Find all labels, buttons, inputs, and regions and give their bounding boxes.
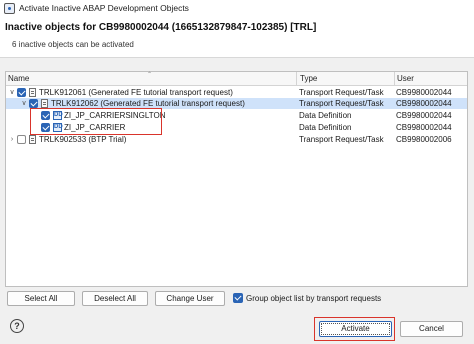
transport-task-icon: [41, 99, 48, 108]
row-type: Transport Request/Task: [299, 88, 384, 97]
column-divider[interactable]: [296, 72, 297, 86]
transport-request-icon: [29, 135, 36, 144]
dialog-title: Inactive objects for CB9980002044 (16651…: [5, 22, 317, 33]
sort-caret-icon: ⌃: [147, 72, 153, 78]
select-all-button[interactable]: Select All: [7, 291, 75, 306]
inactive-objects-table[interactable]: Name ⌃ Type User ∨ TRLK912061 (Generated…: [5, 71, 468, 287]
transport-request-icon: [29, 88, 36, 97]
row-name: TRLK912061 (Generated FE tutorial transp…: [39, 88, 233, 97]
row-type: Transport Request/Task: [299, 135, 384, 144]
row-name: TRLK902533 (BTP Trial): [39, 135, 127, 144]
column-header-type[interactable]: Type: [300, 74, 317, 83]
row-checkbox[interactable]: [29, 99, 38, 108]
change-user-button[interactable]: Change User: [155, 291, 225, 306]
app-icon: [4, 3, 15, 14]
row-user: CB9980002006: [396, 135, 452, 144]
column-header-user[interactable]: User: [397, 74, 414, 83]
activate-button-label: Activate: [341, 324, 370, 333]
row-user: CB9980002044: [396, 88, 452, 97]
row-user: CB9980002044: [396, 111, 452, 120]
collapse-arrow-icon[interactable]: ∨: [20, 99, 28, 108]
window-title: Activate Inactive ABAP Development Objec…: [19, 3, 189, 13]
dialog-subtitle: 6 inactive objects can be activated: [12, 40, 134, 49]
row-type: Data Definition: [299, 123, 352, 132]
table-row[interactable]: › TRLK902533 (BTP Trial) Transport Reque…: [6, 134, 467, 145]
activate-button[interactable]: Activate: [319, 321, 392, 337]
collapse-arrow-icon[interactable]: ∨: [8, 88, 16, 97]
table-header: Name ⌃ Type User: [6, 72, 467, 86]
row-checkbox[interactable]: [17, 88, 26, 97]
expand-arrow-icon[interactable]: ›: [8, 135, 16, 144]
deselect-all-button[interactable]: Deselect All: [82, 291, 148, 306]
row-name: TRLK912062 (Generated FE tutorial transp…: [51, 99, 245, 108]
table-row[interactable]: ∨ TRLK912061 (Generated FE tutorial tran…: [6, 87, 467, 98]
cancel-button[interactable]: Cancel: [400, 321, 463, 337]
row-checkbox[interactable]: [17, 135, 26, 144]
column-divider[interactable]: [394, 72, 395, 86]
group-by-transport-label[interactable]: Group object list by transport requests: [246, 294, 381, 303]
row-user: CB9980002044: [396, 123, 452, 132]
row-type: Data Definition: [299, 111, 352, 120]
row-user: CB9980002044: [396, 99, 452, 108]
group-by-transport-checkbox[interactable]: [233, 293, 243, 303]
column-header-name[interactable]: Name: [8, 74, 29, 83]
row-type: Transport Request/Task: [299, 99, 384, 108]
help-icon[interactable]: ?: [10, 319, 24, 333]
highlight-box: [30, 108, 162, 135]
